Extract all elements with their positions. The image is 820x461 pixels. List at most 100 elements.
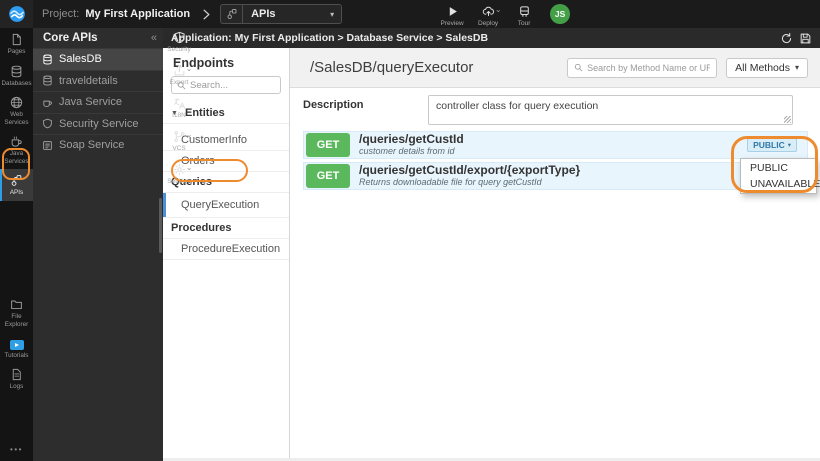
rail-label: Web Services (4, 111, 29, 126)
api-path: /queries/getCustId (359, 133, 464, 147)
scrollbar-thumb[interactable] (159, 198, 162, 253)
main-body: Description controller class for query e… (290, 88, 820, 461)
method-search[interactable] (567, 57, 718, 78)
main-header: /SalesDB/queryExecutor All Methods (290, 48, 820, 88)
globe-icon (10, 96, 23, 109)
rail-label: APIs (9, 189, 24, 197)
collapse-panel-icon[interactable]: « (151, 32, 157, 44)
shield-icon (173, 31, 186, 44)
chevron-right-icon (202, 9, 211, 20)
rail-item-pages[interactable]: Pages (0, 28, 33, 60)
chevron-down-icon (795, 63, 799, 72)
preview-label: Preview (440, 19, 464, 27)
core-api-item-soap-service[interactable]: Soap Service (33, 134, 163, 156)
cloud-upload-icon (482, 5, 502, 18)
access-level-dropdown[interactable]: PUBLIC (747, 138, 797, 152)
coffee-icon (43, 100, 52, 107)
deploy-button[interactable]: Deploy (472, 2, 504, 27)
rail-spacer (0, 201, 33, 294)
description-textarea[interactable]: controller class for query execution (428, 95, 793, 125)
page-icon (12, 33, 21, 46)
play-icon (446, 5, 459, 18)
folder-icon (11, 300, 22, 310)
rail-item-java-services[interactable]: Java Services (0, 130, 33, 169)
rail-item-tutorials[interactable]: Tutorials (0, 333, 33, 364)
api-row-getcustid-export[interactable]: GET /queries/getCustId/export/{exportTyp… (303, 162, 808, 190)
i18n-label: I18N (172, 112, 186, 119)
api-row-getcustid[interactable]: GET /queries/getCustId customer details … (303, 131, 808, 159)
http-method-badge[interactable]: GET (306, 133, 350, 157)
breadcrumb: Application: My First Application > Data… (171, 32, 489, 44)
section-procedures[interactable]: Procedures (163, 218, 289, 239)
vcs-button[interactable]: VCS (163, 127, 195, 152)
security-button[interactable]: Security (163, 28, 195, 53)
more-options-icon[interactable]: ••• (0, 441, 33, 461)
chevron-down-icon (330, 10, 334, 19)
bus-icon (518, 5, 531, 18)
method-search-input[interactable] (587, 62, 711, 73)
api-icon (221, 5, 244, 23)
shield-icon (43, 118, 52, 129)
api-row-text: /queries/getCustId/export/{exportType} R… (359, 164, 580, 187)
rail-label: Tutorials (4, 351, 29, 359)
access-level-value: PUBLIC (753, 140, 785, 150)
all-methods-label: All Methods (735, 61, 790, 74)
rail-label: Logs (9, 383, 24, 391)
endpoints-search-input[interactable] (190, 79, 275, 91)
core-api-item-salesdb[interactable]: SalesDB (33, 48, 163, 70)
workspace-selector[interactable]: APIs (220, 4, 343, 24)
tour-button[interactable]: Tour (508, 2, 540, 27)
wavemaker-logo-icon (8, 6, 25, 22)
breadcrumb-actions (780, 32, 812, 45)
export-button[interactable]: Export (163, 61, 195, 86)
right-region: Application: My First Application > Data… (163, 28, 820, 461)
database-icon (11, 65, 22, 77)
core-apis-header: Core APIs « (33, 28, 163, 48)
endpoint-item-procedureexecution[interactable]: ProcedureExecution (163, 239, 289, 260)
project-breadcrumb: Project: My First Application (42, 8, 190, 20)
description-label: Description (303, 99, 364, 111)
database-icon (43, 75, 52, 86)
description-field-wrap: controller class for query execution (428, 95, 793, 125)
menu-option-unavailable[interactable]: UNAVAILABLE (741, 176, 820, 192)
description-row: Description controller class for query e… (290, 95, 820, 125)
core-api-label: SalesDB (59, 53, 102, 66)
brand-logo[interactable] (0, 0, 33, 28)
settings-label: Settings (167, 178, 191, 185)
rail-item-logs[interactable]: Logs (0, 363, 33, 395)
left-rail: Pages Databases Web Services Java Servic… (0, 28, 33, 461)
workspace-selector-value: APIs (251, 8, 276, 20)
core-api-item-security-service[interactable]: Security Service (33, 112, 163, 135)
i18n-button[interactable]: I18N (163, 94, 195, 119)
wavemaker-studio: Project: My First Application APIs Previ… (0, 0, 820, 461)
play-video-icon (9, 339, 24, 350)
rail-item-databases[interactable]: Databases (0, 60, 33, 92)
http-method-badge[interactable]: GET (306, 164, 350, 188)
main-panel: /SalesDB/queryExecutor All Methods Descr… (290, 48, 820, 461)
settings-button[interactable]: Settings (163, 160, 195, 185)
top-bar: Project: My First Application APIs Previ… (0, 0, 820, 185)
vcs-label: VCS (172, 145, 186, 152)
refresh-icon[interactable] (780, 32, 793, 45)
menu-option-public[interactable]: PUBLIC (741, 160, 816, 176)
resize-grip-icon[interactable] (784, 116, 791, 123)
branch-icon (173, 130, 193, 143)
rail-item-apis[interactable]: APIs (0, 169, 33, 201)
coffee-icon (11, 136, 22, 147)
log-file-icon (12, 368, 21, 381)
translate-icon (173, 97, 186, 110)
access-level-menu: PUBLIC UNAVAILABLE (740, 158, 820, 194)
rail-spacer (0, 395, 33, 441)
preview-button[interactable]: Preview (436, 2, 468, 27)
soap-icon (43, 140, 52, 150)
user-avatar[interactable]: JS (550, 4, 571, 24)
rail-item-file-explorer[interactable]: File Explorer (0, 293, 33, 332)
rail-item-web-services[interactable]: Web Services (0, 91, 33, 130)
core-api-item-java-service[interactable]: Java Service (33, 91, 163, 113)
endpoint-item-queryexecution[interactable]: QueryExecution (163, 193, 289, 218)
deploy-label: Deploy (477, 19, 499, 27)
breadcrumb-bar: Application: My First Application > Data… (163, 28, 820, 48)
save-icon[interactable] (799, 32, 812, 45)
core-api-item-traveldetails[interactable]: traveldetails (33, 69, 163, 92)
all-methods-dropdown[interactable]: All Methods (726, 57, 808, 78)
